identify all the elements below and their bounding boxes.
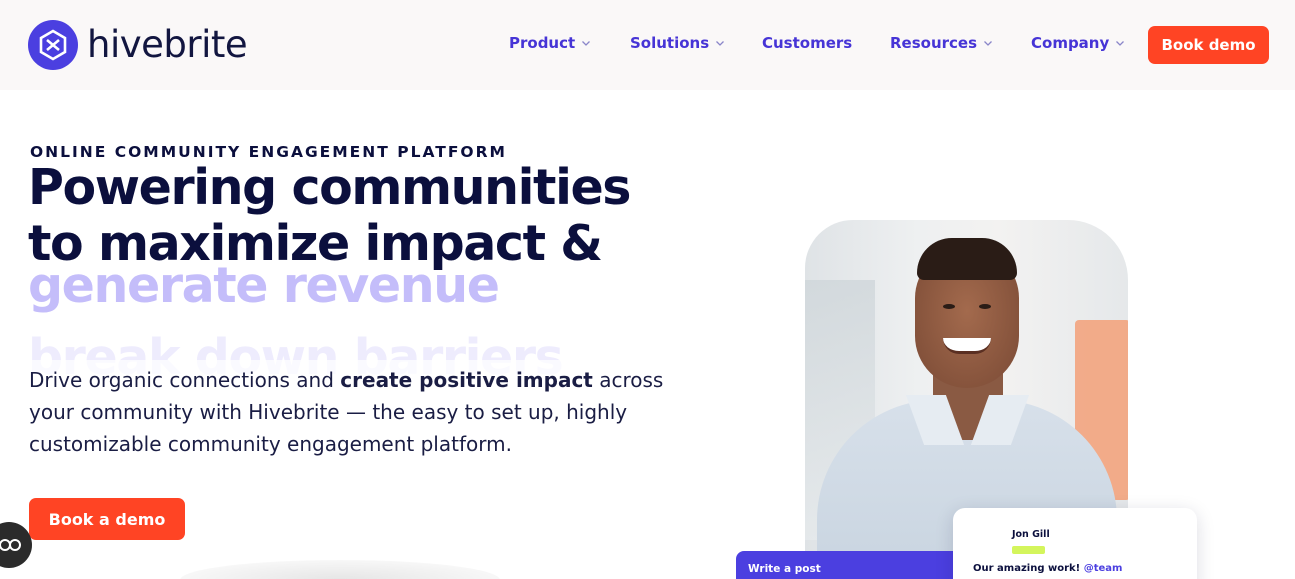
chevron-down-icon [582, 41, 591, 46]
write-post-label: Write a post [748, 563, 821, 575]
nav-item-company[interactable]: Company [1031, 34, 1125, 52]
chevron-down-icon [984, 41, 992, 46]
logo-wordmark: hivebrite [87, 23, 248, 66]
lead-text: Drive organic connections and [29, 368, 341, 392]
hivebrite-logo-icon [28, 20, 78, 70]
chevron-down-icon [716, 41, 725, 46]
book-demo-button[interactable]: Book demo [1148, 26, 1269, 64]
comment-highlight-tag [1012, 546, 1045, 554]
nav-label: Resources [890, 34, 978, 52]
cookie-settings-button[interactable] [0, 522, 32, 568]
chevron-down-icon [1116, 41, 1125, 46]
headline-line-1: Powering communities [28, 159, 631, 216]
rotating-phrase-active: generate revenue [28, 257, 500, 314]
nav-label: Customers [762, 34, 853, 52]
lead-emphasis: create positive impact [340, 368, 593, 392]
comment-author: Jon Gill [1012, 529, 1050, 540]
nav-label: Company [1031, 34, 1110, 52]
comment-card: Jon Gill Our amazing work! @team [953, 508, 1197, 579]
comment-text: Our amazing work! @team [973, 563, 1122, 574]
photo-hair [917, 238, 1017, 280]
write-post-card[interactable]: Write a post [736, 551, 961, 579]
cookie-settings-icon [0, 539, 21, 551]
decorative-shadow [180, 560, 500, 579]
site-header: hivebrite Product Solutions Customers Re… [0, 0, 1295, 90]
nav-item-product[interactable]: Product [509, 34, 591, 52]
photo-eye [979, 304, 991, 309]
nav-item-customers[interactable]: Customers [762, 34, 852, 52]
nav-item-solutions[interactable]: Solutions [630, 34, 725, 52]
nav-label: Solutions [630, 34, 710, 52]
brand-logo[interactable]: hivebrite [28, 20, 248, 70]
hero-lead-paragraph: Drive organic connections and create pos… [29, 364, 669, 460]
comment-body: Our amazing work! [973, 563, 1084, 574]
hero-headline: Powering communities to maximize impact … [28, 159, 631, 272]
comment-mention: @team [1083, 563, 1123, 574]
photo-eye [943, 304, 955, 309]
book-a-demo-button[interactable]: Book a demo [29, 498, 185, 540]
nav-label: Product [509, 34, 576, 52]
nav-item-resources[interactable]: Resources [890, 34, 993, 52]
